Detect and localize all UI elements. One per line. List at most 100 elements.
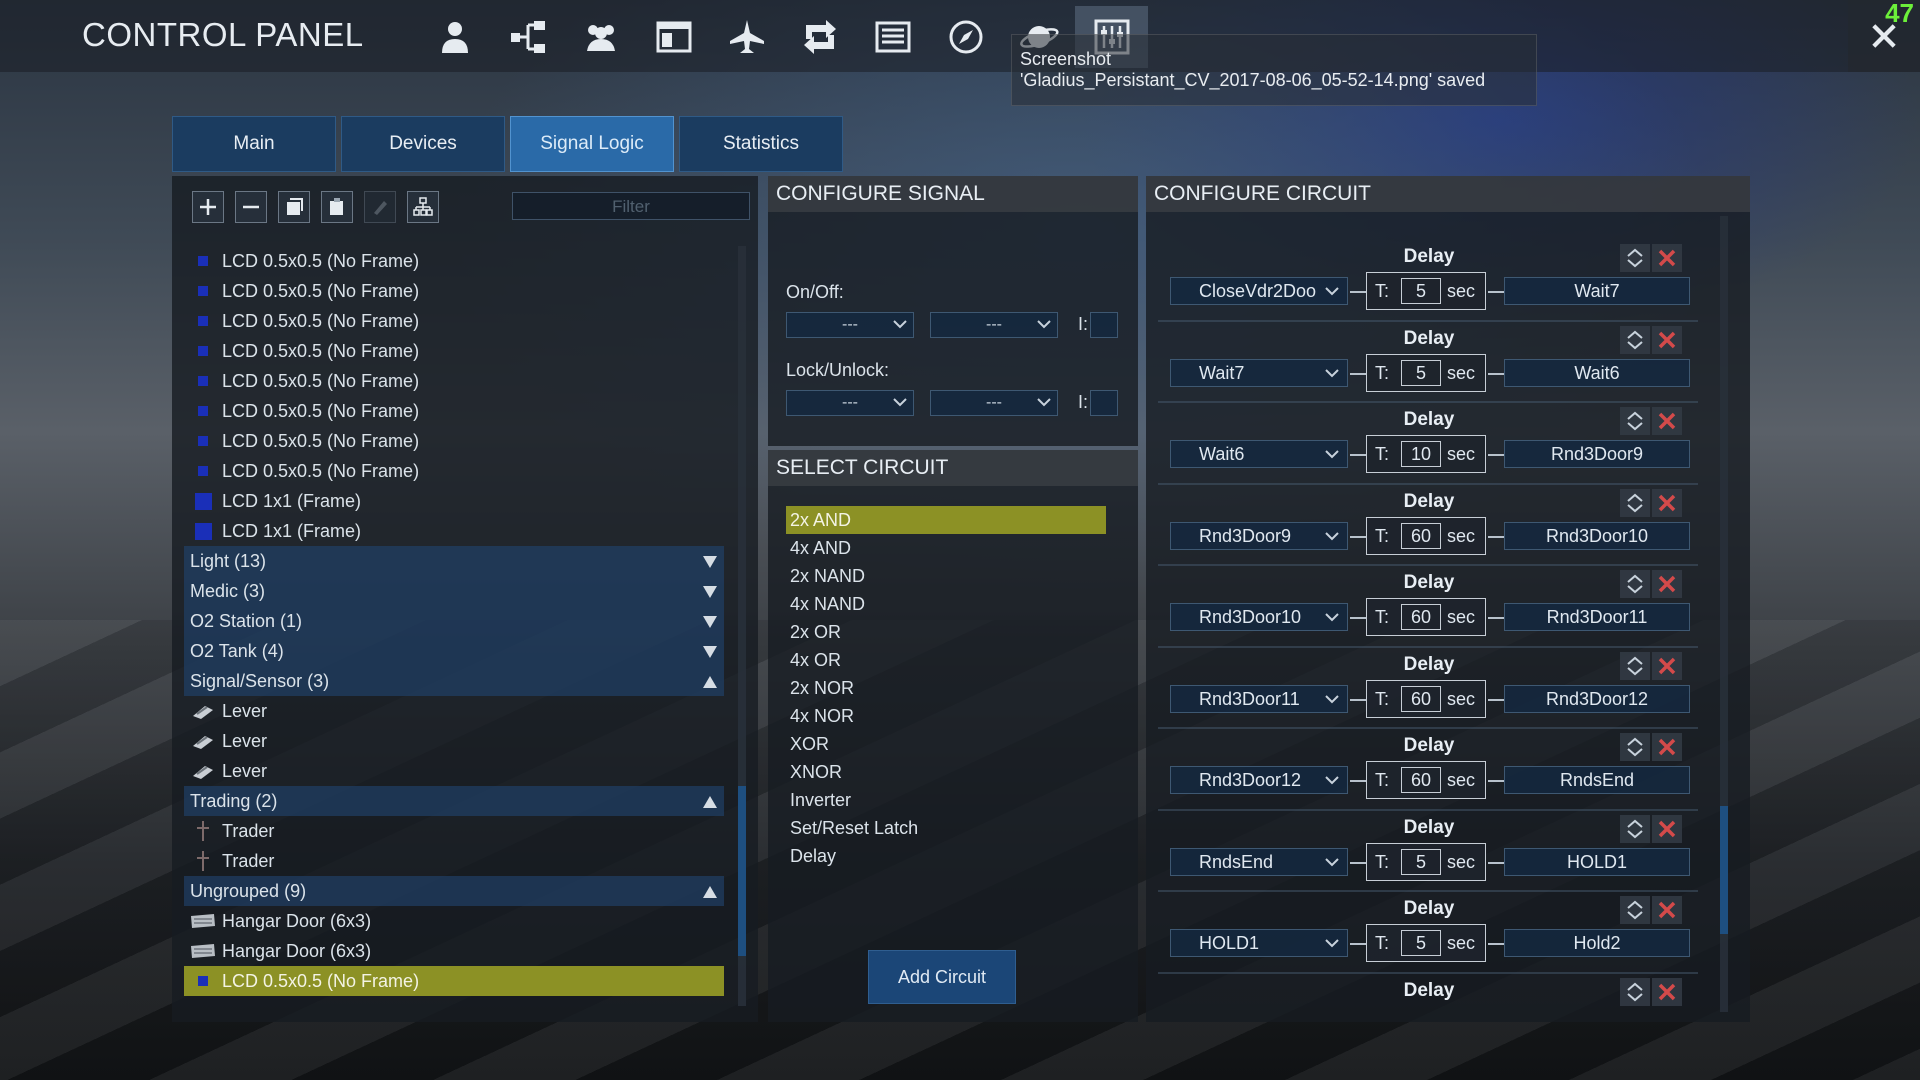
onoff-mode-dropdown[interactable]: --- (930, 312, 1058, 338)
lock-mode-dropdown[interactable]: --- (930, 390, 1058, 416)
collapse-arrow-icon[interactable] (702, 793, 718, 814)
device-group[interactable]: O2 Tank (4) (184, 636, 724, 666)
delay-time-input[interactable]: 60 (1401, 522, 1441, 549)
transfer-icon[interactable] (783, 6, 856, 68)
group-tree-button[interactable] (407, 191, 439, 223)
device-item[interactable]: Trader (184, 816, 724, 846)
move-button[interactable] (1620, 651, 1650, 680)
tab-statistics[interactable]: Statistics (679, 116, 843, 172)
tab-devices[interactable]: Devices (341, 116, 505, 172)
input-signal-dropdown[interactable]: CloseVdr2Doo (1170, 277, 1348, 305)
device-item[interactable]: Hangar Door (6x3) (184, 906, 724, 936)
delete-circuit-button[interactable] (1652, 651, 1682, 680)
remove-button[interactable] (235, 191, 267, 223)
circuit-item[interactable]: Delay (786, 842, 1106, 870)
circuit-item[interactable]: 4x NOR (786, 702, 1106, 730)
device-item[interactable]: LCD 0.5x0.5 (No Frame) (184, 396, 724, 426)
onoff-signal-dropdown[interactable]: --- (786, 312, 914, 338)
device-item[interactable]: Lever (184, 696, 724, 726)
device-item[interactable]: LCD 0.5x0.5 (No Frame) (184, 456, 724, 486)
add-circuit-button[interactable]: Add Circuit (868, 950, 1016, 1004)
delete-circuit-button[interactable] (1652, 325, 1682, 354)
output-signal-field[interactable]: Rnd3Door10 (1504, 521, 1690, 550)
person-icon[interactable] (418, 6, 491, 68)
device-group[interactable]: Trading (2) (184, 786, 724, 816)
output-signal-field[interactable]: Rnd3Door12 (1504, 684, 1690, 713)
device-item[interactable]: Lever (184, 756, 724, 786)
move-button[interactable] (1620, 814, 1650, 843)
move-button[interactable] (1620, 488, 1650, 517)
expand-arrow-icon[interactable] (702, 583, 718, 604)
output-signal-field[interactable]: RndsEnd (1504, 766, 1690, 794)
circuit-item[interactable]: 2x OR (786, 618, 1106, 646)
lock-signal-dropdown[interactable]: --- (786, 390, 914, 416)
delay-time-input[interactable]: 60 (1401, 685, 1441, 712)
circuit-item[interactable]: XOR (786, 730, 1106, 758)
list-icon[interactable] (856, 6, 929, 68)
device-item[interactable]: LCD 1x1 (Frame) (184, 516, 724, 546)
device-item[interactable]: LCD 0.5x0.5 (No Frame) (184, 966, 724, 996)
collapse-arrow-icon[interactable] (702, 673, 718, 694)
delay-time-input[interactable]: 5 (1401, 930, 1441, 956)
delay-time-input[interactable]: 60 (1401, 767, 1441, 793)
output-signal-field[interactable]: Rnd3Door11 (1504, 603, 1690, 631)
input-signal-dropdown[interactable]: HOLD1 (1170, 929, 1348, 957)
move-button[interactable] (1620, 733, 1650, 761)
delete-circuit-button[interactable] (1652, 814, 1682, 843)
circuit-item[interactable]: Set/Reset Latch (786, 814, 1106, 842)
move-button[interactable] (1620, 570, 1650, 598)
device-group[interactable]: Signal/Sensor (3) (184, 666, 724, 696)
input-signal-dropdown[interactable]: Wait6 (1170, 440, 1348, 468)
input-signal-dropdown[interactable]: Rnd3Door10 (1170, 603, 1348, 631)
add-button[interactable] (192, 191, 224, 223)
copy-button[interactable] (278, 191, 310, 223)
device-item[interactable]: LCD 0.5x0.5 (No Frame) (184, 306, 724, 336)
output-signal-field[interactable]: Wait6 (1504, 358, 1690, 387)
device-item[interactable]: LCD 0.5x0.5 (No Frame) (184, 336, 724, 366)
delay-time-input[interactable]: 60 (1401, 604, 1441, 630)
device-list-scrollbar[interactable] (738, 246, 746, 1006)
output-signal-field[interactable]: Wait7 (1504, 277, 1690, 305)
filter-input[interactable]: Filter (512, 192, 750, 220)
device-item[interactable]: LCD 0.5x0.5 (No Frame) (184, 246, 724, 276)
scrollbar-thumb[interactable] (1720, 806, 1728, 934)
input-signal-dropdown[interactable]: Wait7 (1170, 358, 1348, 387)
onoff-inverse-checkbox[interactable] (1090, 312, 1118, 338)
move-button[interactable] (1620, 244, 1650, 272)
circuit-scrollbar[interactable] (1720, 216, 1728, 1012)
expand-arrow-icon[interactable] (702, 553, 718, 574)
move-button[interactable] (1620, 896, 1650, 924)
device-item[interactable]: LCD 0.5x0.5 (No Frame) (184, 426, 724, 456)
move-button[interactable] (1620, 977, 1650, 1006)
delay-time-input[interactable]: 5 (1401, 278, 1441, 304)
circuit-item[interactable]: 4x AND (786, 534, 1106, 562)
device-group[interactable]: Light (13) (184, 546, 724, 576)
input-signal-dropdown[interactable]: Rnd3Door12 (1170, 766, 1348, 794)
delay-time-input[interactable]: 5 (1401, 848, 1441, 875)
delete-circuit-button[interactable] (1652, 570, 1682, 598)
window-icon[interactable] (637, 6, 710, 68)
collapse-arrow-icon[interactable] (702, 883, 718, 904)
input-signal-dropdown[interactable]: Rnd3Door9 (1170, 521, 1348, 550)
expand-arrow-icon[interactable] (702, 643, 718, 664)
edit-button[interactable] (364, 191, 396, 223)
circuit-item[interactable]: Inverter (786, 786, 1106, 814)
device-group[interactable]: Ungrouped (9) (184, 876, 724, 906)
input-signal-dropdown[interactable]: RndsEnd (1170, 847, 1348, 876)
delete-circuit-button[interactable] (1652, 896, 1682, 924)
delay-time-input[interactable]: 10 (1401, 441, 1441, 467)
circuit-item[interactable]: 2x NAND (786, 562, 1106, 590)
compass-icon[interactable] (929, 6, 1002, 68)
circuit-item[interactable]: 2x NOR (786, 674, 1106, 702)
delete-circuit-button[interactable] (1652, 244, 1682, 272)
tab-signal-logic[interactable]: Signal Logic (510, 116, 674, 172)
move-button[interactable] (1620, 325, 1650, 354)
lock-inverse-checkbox[interactable] (1090, 390, 1118, 416)
delete-circuit-button[interactable] (1652, 977, 1682, 1006)
paste-button[interactable] (321, 191, 353, 223)
delete-circuit-button[interactable] (1652, 733, 1682, 761)
device-group[interactable]: O2 Station (1) (184, 606, 724, 636)
delay-time-input[interactable]: 5 (1401, 359, 1441, 386)
circuit-item[interactable]: XNOR (786, 758, 1106, 786)
ship-icon[interactable] (710, 6, 783, 68)
